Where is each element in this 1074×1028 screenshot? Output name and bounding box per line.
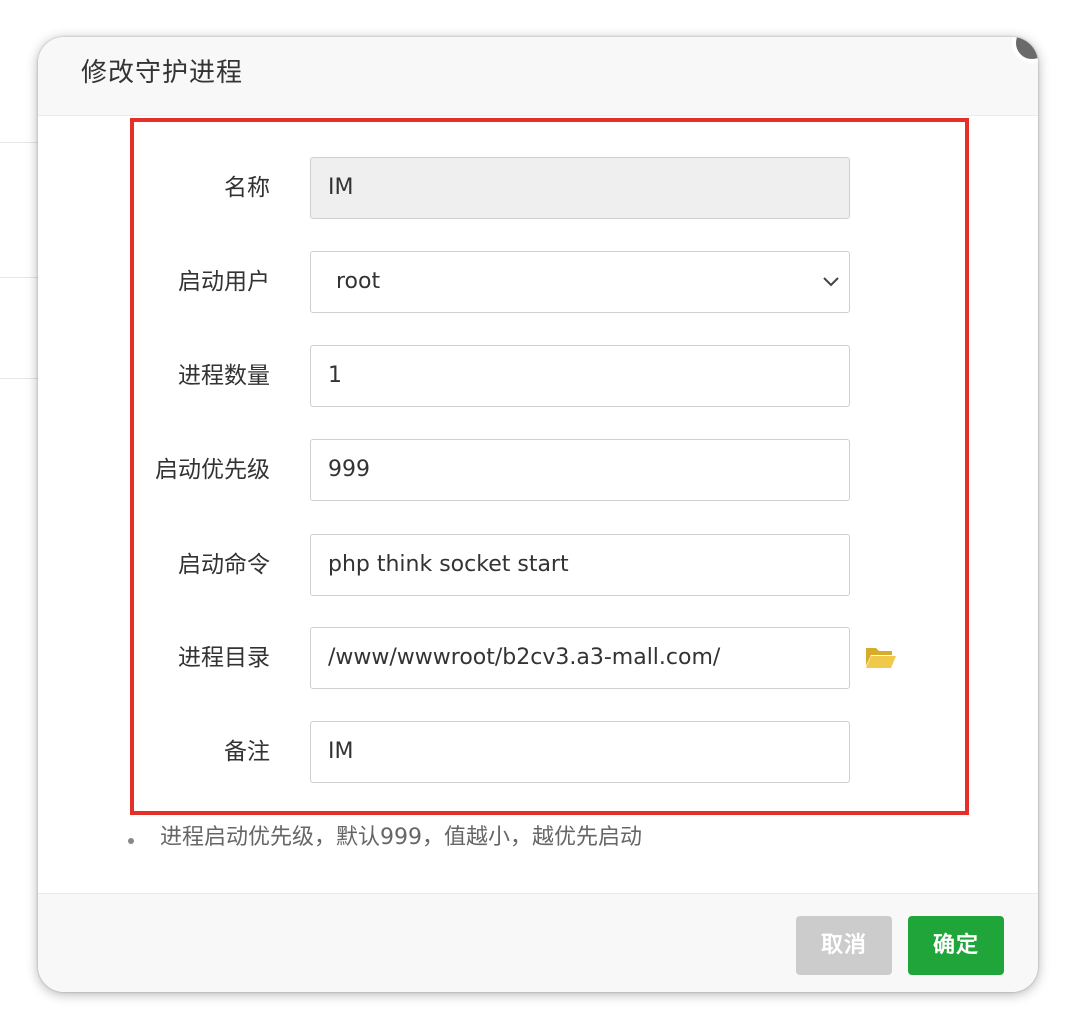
form-row-process-count: 进程数量 1 [38, 345, 1038, 407]
directory-input[interactable]: /www/wwwroot/b2cv3.a3-mall.com/ [310, 627, 850, 689]
process-count-label: 进程数量 [178, 363, 270, 389]
dialog-footer: 取消 确定 [38, 893, 1038, 992]
remark-label: 备注 [224, 739, 270, 765]
form-row-command: 启动命令 php think socket start [38, 534, 1038, 596]
form-row-user: 启动用户 root [38, 251, 1038, 313]
folder-open-icon[interactable] [865, 644, 897, 670]
command-input[interactable]: php think socket start [310, 534, 850, 596]
remark-input[interactable]: IM [310, 721, 850, 783]
background-divider [0, 142, 40, 143]
user-label: 启动用户 [178, 269, 270, 295]
hint-bullet [128, 838, 134, 844]
form-row-priority: 启动优先级 999 [38, 439, 1038, 501]
background-page [0, 0, 40, 1028]
user-select[interactable]: root [310, 251, 850, 313]
process-count-input[interactable]: 1 [310, 345, 850, 407]
directory-label: 进程目录 [178, 645, 270, 671]
form-row-remark: 备注 IM [38, 721, 1038, 783]
dialog-title: 修改守护进程 [81, 58, 244, 88]
confirm-button[interactable]: 确定 [908, 916, 1004, 975]
form-row-name: 名称 IM [38, 157, 1038, 219]
form-row-directory: 进程目录 /www/wwwroot/b2cv3.a3-mall.com/ [38, 627, 1038, 689]
command-label: 启动命令 [178, 552, 270, 578]
user-select-value: root [336, 269, 381, 294]
chevron-down-icon [823, 277, 839, 287]
name-field[interactable]: IM [310, 157, 850, 219]
background-divider [0, 277, 40, 278]
priority-label: 启动优先级 [155, 457, 270, 483]
cancel-button[interactable]: 取消 [796, 916, 892, 975]
background-divider [0, 378, 40, 379]
name-label: 名称 [224, 175, 270, 201]
priority-hint: 进程启动优先级，默认999，值越小，越优先启动 [160, 825, 642, 850]
edit-daemon-dialog: 修改守护进程 名称 IM 启动用户 root 进程数量 1 启动优先级 999 … [38, 37, 1038, 992]
dialog-header: 修改守护进程 [38, 37, 1038, 116]
priority-input[interactable]: 999 [310, 439, 850, 501]
